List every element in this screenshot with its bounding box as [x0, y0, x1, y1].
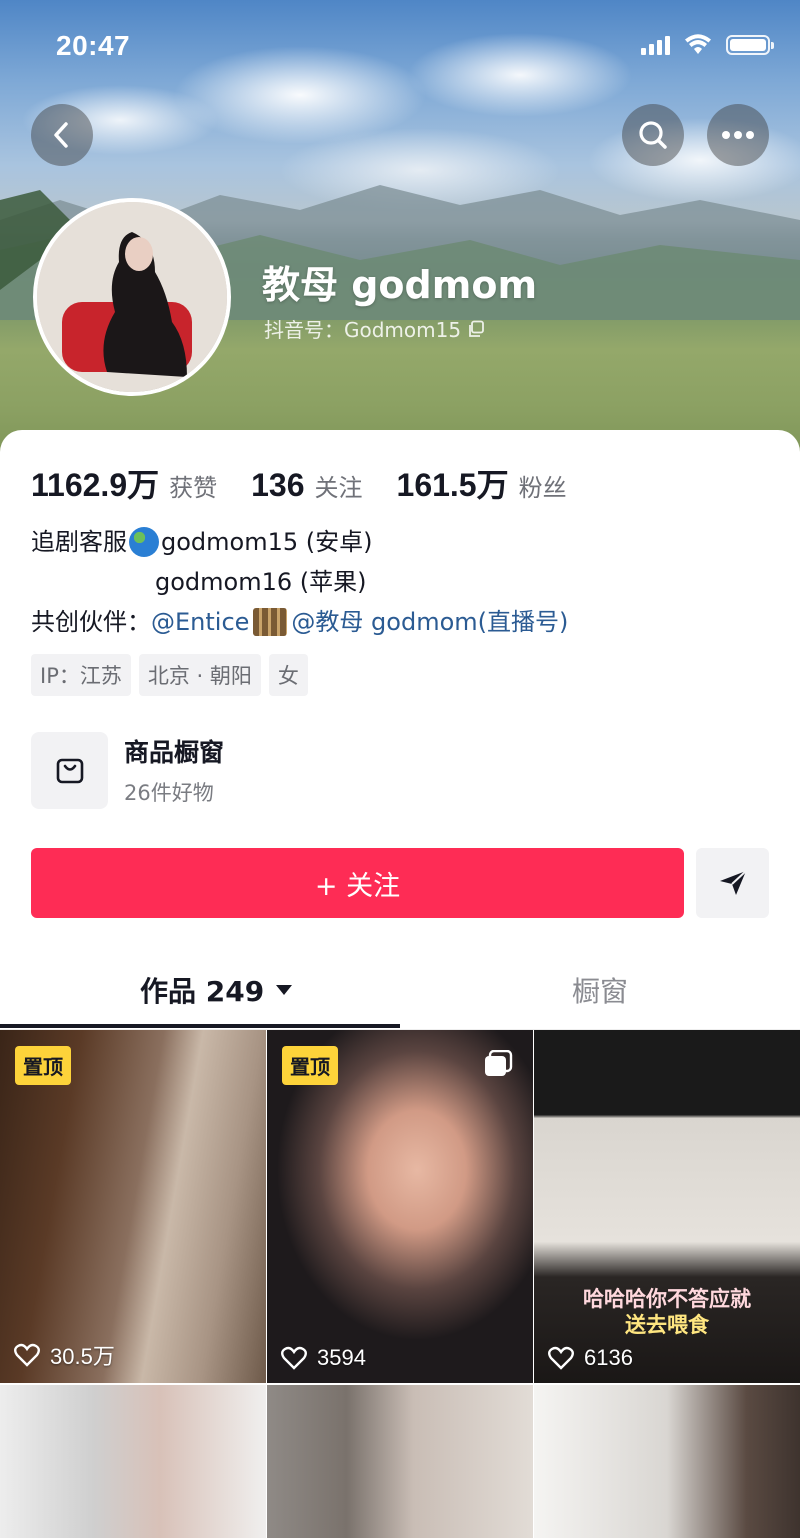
- battery-icon: [726, 35, 774, 55]
- profile-stats: 1162.9万 获赞 136 关注 161.5万 粉丝: [31, 460, 601, 506]
- stat-likes[interactable]: 1162.9万 获赞: [31, 460, 217, 506]
- video-thumbnail[interactable]: 置顶 3594: [267, 1030, 533, 1383]
- follow-button[interactable]: + 关注: [31, 848, 684, 918]
- bio-text: godmom16 (苹果): [155, 568, 367, 596]
- profile-card: 1162.9万 获赞 136 关注 161.5万 粉丝 追剧客服 godmom1…: [0, 430, 800, 1538]
- tab-works[interactable]: 作品 249: [140, 970, 293, 1010]
- avatar-photo: [37, 202, 227, 392]
- wifi-icon: [685, 34, 711, 54]
- chevron-left-icon: [54, 122, 68, 148]
- video-likes: 6136: [548, 1345, 633, 1371]
- status-time: 20:47: [56, 30, 131, 61]
- bio-text: godmom15 (安卓): [161, 528, 373, 556]
- heart-icon: [281, 1346, 307, 1370]
- video-likes: 3594: [281, 1345, 366, 1371]
- profile-tags: IP：江苏 北京 · 朝阳 女: [31, 654, 308, 696]
- globe-emoji-icon: [129, 527, 159, 557]
- status-icons: [641, 34, 774, 56]
- bio-line: godmom16 (苹果): [31, 562, 568, 602]
- video-thumbnail[interactable]: 哈哈哈你不答应就 送去喂食 6136: [534, 1030, 800, 1383]
- bio-line: 追剧客服 godmom15 (安卓): [31, 522, 568, 562]
- video-thumbnail[interactable]: 置顶 30.5万: [0, 1030, 266, 1383]
- heart-icon: [548, 1346, 574, 1370]
- tag-ip: IP：江苏: [31, 654, 131, 696]
- video-thumbnail[interactable]: [0, 1385, 266, 1538]
- paper-plane-icon: [719, 870, 747, 895]
- caret-down-icon: [276, 985, 293, 995]
- tag-location: 北京 · 朝阳: [138, 654, 261, 696]
- shop-title: 商品橱窗: [124, 738, 225, 767]
- more-button[interactable]: [707, 104, 769, 166]
- mention-link-live[interactable]: @教母 godmom(直播号): [291, 602, 568, 642]
- shopping-bag-icon: [31, 731, 108, 809]
- search-button[interactable]: [622, 104, 684, 166]
- tag-gender: 女: [268, 654, 308, 696]
- video-thumbnail[interactable]: [267, 1385, 533, 1538]
- video-caption-line: 哈哈哈你不答应就: [583, 1287, 751, 1311]
- video-thumbnail[interactable]: [534, 1385, 800, 1538]
- shop-subtitle: 26件好物: [124, 781, 214, 805]
- avatar[interactable]: [33, 198, 231, 396]
- likes-count: 30.5万: [50, 1344, 115, 1369]
- signal-icon: [641, 35, 670, 55]
- tab-works-label: 作品 249: [140, 975, 265, 1008]
- likes-count: 3594: [317, 1345, 366, 1370]
- mention-link-entice[interactable]: @Entice: [151, 602, 249, 642]
- stat-followers[interactable]: 161.5万 粉丝: [397, 460, 567, 506]
- active-tab-indicator: [0, 1024, 400, 1028]
- video-caption-line: 送去喂食: [625, 1313, 709, 1337]
- tab-shop-window[interactable]: 橱窗: [572, 970, 628, 1010]
- video-grid: 置顶 30.5万 置顶 3594 哈哈哈你不答应就 送去喂食 6136: [0, 1030, 800, 1538]
- more-dots-icon: [722, 131, 754, 139]
- send-message-button[interactable]: [696, 848, 769, 918]
- video-caption: 哈哈哈你不答应就 送去喂食: [534, 1286, 800, 1338]
- video-likes: 30.5万: [14, 1339, 115, 1371]
- content-tabs: 作品 249 橱窗: [0, 958, 800, 1030]
- bio-text: 共创伙伴：: [31, 608, 151, 636]
- multi-image-icon: [485, 1050, 513, 1076]
- profile-bio: 追剧客服 godmom15 (安卓) godmom16 (苹果) 共创伙伴： @…: [31, 522, 568, 642]
- douyin-id[interactable]: 抖音号：Godmom15: [264, 314, 485, 343]
- stat-value: 1162.9万: [31, 467, 160, 503]
- stat-value: 161.5万: [396, 467, 509, 503]
- profile-nickname: 教母 godmom: [262, 263, 538, 307]
- stat-following[interactable]: 136 关注: [251, 467, 362, 504]
- likes-count: 6136: [584, 1345, 633, 1370]
- heart-icon: [14, 1343, 40, 1367]
- stat-label: 获赞: [169, 474, 218, 502]
- bio-line: 共创伙伴： @Entice @教母 godmom(直播号): [31, 602, 568, 642]
- back-button[interactable]: [31, 104, 93, 166]
- bio-text: 追剧客服: [31, 528, 127, 556]
- douyin-id-text: 抖音号：Godmom15: [264, 318, 462, 342]
- stat-value: 136: [251, 467, 305, 503]
- stat-label: 粉丝: [518, 474, 567, 502]
- stat-label: 关注: [314, 474, 363, 502]
- pinned-badge: 置顶: [15, 1046, 71, 1085]
- pinned-badge: 置顶: [282, 1046, 338, 1085]
- film-emoji-icon: [253, 608, 288, 636]
- shop-window-entry[interactable]: 商品橱窗 26件好物: [31, 730, 771, 810]
- search-icon: [639, 121, 667, 149]
- copy-icon[interactable]: [467, 320, 485, 338]
